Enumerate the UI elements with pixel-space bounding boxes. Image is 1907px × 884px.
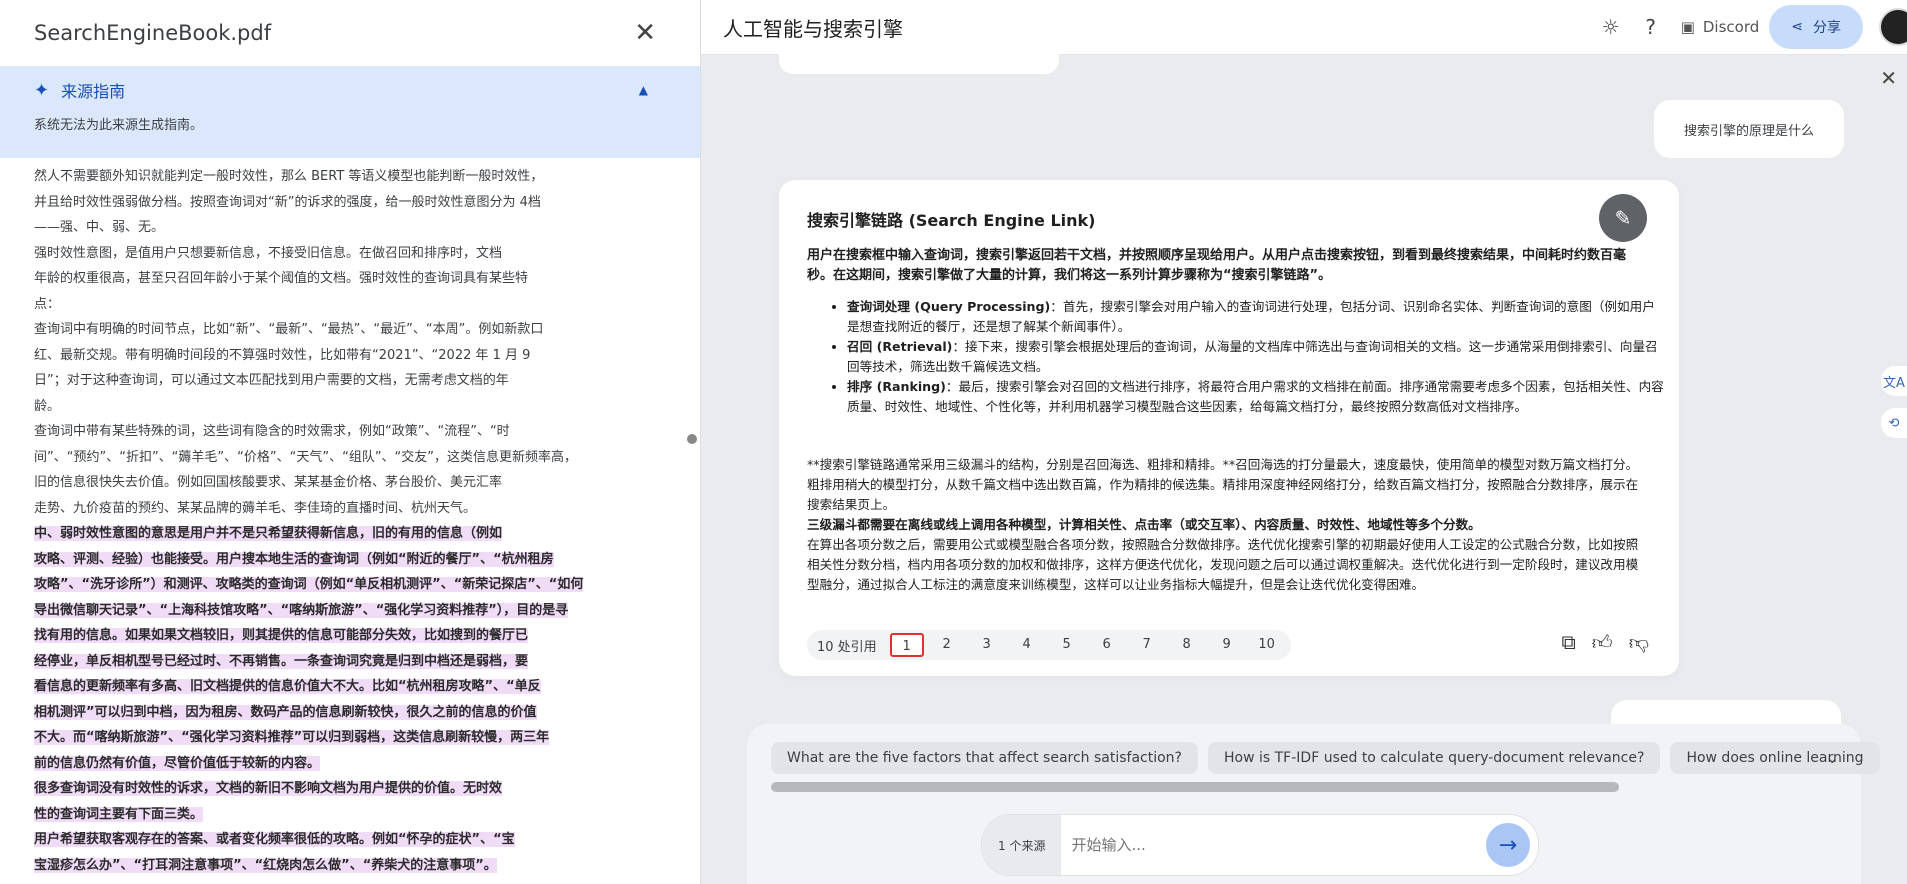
- citation-7[interactable]: 7: [1127, 633, 1167, 657]
- document-line: 看信息的更新频率有多高、旧文档提供的信息价值大不大。比如“杭州租房攻略”、“单反: [34, 679, 541, 694]
- citations-label: 10 处引用: [817, 639, 877, 655]
- theme-toggle-icon[interactable]: ☼: [1591, 7, 1631, 47]
- close-icon[interactable]: ✕: [1880, 66, 1897, 90]
- document-line: 查询词中带有某些特殊的词，这些词有隐含的时效需求，例如“政策”、“流程”、“时: [34, 424, 510, 439]
- composer-area: What are the five factors that affect se…: [747, 724, 1880, 884]
- document-line: 导出微信聊天记录”、“上海科技馆攻略”、“喀纳斯旅游”、“强化学习资料推荐”），…: [34, 602, 569, 618]
- document-line: 走势、九价疫苗的预约、某某品牌的薅羊毛、李佳琦的直播时间、杭州天气。: [34, 500, 477, 516]
- send-button[interactable]: →: [1486, 823, 1530, 867]
- answer-actions: ⧉ 👍︎ 👎︎: [1562, 630, 1650, 655]
- chevron-up-icon[interactable]: ▲: [639, 83, 666, 97]
- citation-10[interactable]: 10: [1247, 633, 1287, 657]
- document-line: 旧的信息很快失去价值。例如回国核酸要求、某某基金价格、茅台股价、美元汇率: [34, 475, 503, 490]
- chevron-down-icon[interactable]: ⌄: [1826, 748, 1839, 767]
- source-guide-title: 来源指南: [61, 82, 126, 101]
- citation-8[interactable]: 8: [1167, 633, 1207, 657]
- list-item: 召回 (Retrieval)：接下来，搜索引擎会根据处理后的查询词，从海量的文档…: [847, 337, 1667, 377]
- list-item: 排序 (Ranking)：最后，搜索引擎会对召回的文档进行排序，将最符合用户需求…: [847, 377, 1667, 417]
- chat-input-box: 1 个来源 →: [981, 814, 1539, 876]
- citations-bar: 10 处引用 1 2 3 4 5 6 7 8 9 10: [807, 630, 1291, 660]
- document-line: 日”；对于这种查询词，可以通过文本匹配找到用户需要的文档，无需考虑文档的年: [34, 373, 509, 388]
- citation-2[interactable]: 2: [927, 633, 967, 657]
- share-icon: ⋖: [1791, 19, 1803, 35]
- horizontal-scrollbar[interactable]: [771, 782, 1619, 792]
- document-line: 前的信息仍然有价值，尽管价值低于较新的内容。: [34, 755, 321, 771]
- document-line: 间”、“预约”、“折扣”、“薅羊毛”、“价格”、“天气”、“组队”、“交友”，这…: [34, 449, 578, 465]
- document-line: 并且给时效性强弱做分档。按照查询词对“新”的诉求的强度，给一般时效性意图分为 4…: [34, 194, 541, 210]
- document-line: 经停业，单反相机型号已经过时、不再销售。一条查询词究竟是归到中档还是弱档，要: [34, 653, 529, 669]
- citation-9[interactable]: 9: [1207, 633, 1247, 657]
- share-button[interactable]: ⋖ 分享: [1769, 5, 1863, 49]
- answer-title: 搜索引擎链路 (Search Engine Link): [807, 211, 1096, 230]
- document-line: 攻略”、“洗牙诊所”）和测评、攻略类的查询词（例如“单反相机测评”、“新荣记探店…: [34, 577, 584, 592]
- document-line: 宝湿疹怎么办”、“打耳洞注意事项”、“红烧肉怎么做”、“养柴犬的注意事项”。: [34, 857, 497, 873]
- document-line: 不大。而“喀纳斯旅游”、“强化学习资料推荐”可以归到弱档，这类信息刷新较慢，两三…: [34, 730, 550, 745]
- source-document-text: 然人不需要额外知识就能判定一般时效性，那么 BERT 等语义模型也能判断一般时效…: [0, 158, 700, 878]
- list-item: 查询词处理 (Query Processing)：首先，搜索引擎会对用户输入的查…: [847, 297, 1667, 337]
- document-line: 点：: [34, 296, 61, 312]
- discord-link[interactable]: ▣ Discord: [1681, 18, 1760, 36]
- document-line: 中、弱时效性意图的意思是用户并不是只希望获得新信息，旧的有用的信息（例如: [34, 526, 503, 541]
- copy-icon[interactable]: ⧉: [1562, 630, 1576, 655]
- help-icon[interactable]: ?: [1631, 7, 1671, 47]
- pin-icon[interactable]: ✎: [1599, 194, 1647, 242]
- suggestion-chip[interactable]: What are the five factors that affect se…: [771, 742, 1198, 774]
- answer-paragraph: 三级漏斗都需要在离线或线上调用各种模型，计算相关性、点击率（或交互率）、内容质量…: [807, 517, 1639, 592]
- close-icon[interactable]: ✕: [634, 18, 666, 48]
- document-line: 很多查询词没有时效性的诉求，文档的新旧不影响文档为用户提供的价值。无时效: [34, 781, 503, 796]
- source-panel: SearchEngineBook.pdf ✕ ✦ 来源指南 ▲ 系统无法为此来源…: [0, 0, 701, 884]
- document-line: 性的查询词主要有下面三类。: [34, 806, 204, 822]
- chat-input[interactable]: [1061, 835, 1486, 855]
- document-line: 然人不需要额外知识就能判定一般时效性，那么 BERT 等语义模型也能判断一般时效…: [34, 169, 544, 184]
- source-guide-subtitle: 系统无法为此来源生成指南。: [34, 118, 204, 133]
- chat-panel: 人工智能与搜索引擎 ☼ ? ▣ Discord ⋖ 分享 ✕ 搜索引擎的原理是什…: [701, 0, 1907, 884]
- citation-3[interactable]: 3: [967, 633, 1007, 657]
- document-line: 查询词中有明确的时间节点，比如“新”、“最新”、“最热”、“最近”、“本周”。例…: [34, 322, 544, 337]
- scrollbar-thumb[interactable]: [687, 434, 697, 444]
- citation-6[interactable]: 6: [1087, 633, 1127, 657]
- source-header: SearchEngineBook.pdf ✕: [0, 0, 700, 66]
- source-count-badge[interactable]: 1 个来源: [982, 815, 1062, 875]
- source-title: SearchEngineBook.pdf: [34, 21, 272, 45]
- document-line: 相机测评”可以归到中档，因为租房、数码产品的信息刷新较快，很久之前的信息的价值: [34, 704, 537, 720]
- notebook-title: 人工智能与搜索引擎: [723, 16, 903, 41]
- document-line: 用户希望获取客观存在的答案、或者变化频率很低的攻略。例如“怀孕的症状”、“宝: [34, 832, 515, 847]
- discord-label: Discord: [1702, 18, 1760, 36]
- refresh-icon[interactable]: ⟲: [1881, 408, 1907, 438]
- answer-paragraph: **搜索引擎链路通常采用三级漏斗的结构，分别是召回海选、粗排和精排。**召回海选…: [807, 457, 1639, 512]
- answer-intro: 用户在搜索框中输入查询词，搜索引擎返回若干文档，并按照顺序呈现给用户。从用户点击…: [807, 248, 1627, 283]
- previous-message-card: [779, 40, 1059, 74]
- citation-5[interactable]: 5: [1047, 633, 1087, 657]
- translate-icon[interactable]: 文A: [1881, 366, 1907, 396]
- document-line: 红、最新交规。带有明确时间段的不算强时效性，比如带有“2021”、“2022 年…: [34, 347, 531, 363]
- thumbs-down-icon[interactable]: 👎︎: [1629, 630, 1649, 655]
- suggestion-chip[interactable]: How does online learning: [1670, 742, 1880, 774]
- document-line: 找有用的信息。如果如果文档较旧，则其提供的信息可能部分失效，比如搜到的餐厅已: [34, 628, 529, 643]
- sparkle-icon: ✦: [34, 79, 50, 101]
- citation-1[interactable]: 1: [889, 633, 924, 657]
- source-guide[interactable]: ✦ 来源指南 ▲ 系统无法为此来源生成指南。: [0, 66, 700, 158]
- document-line: ——强、中、弱、无。: [34, 220, 165, 235]
- user-message: 搜索引擎的原理是什么: [1654, 100, 1844, 158]
- share-label: 分享: [1813, 20, 1841, 36]
- document-line: 攻略、评测、经验）也能接受。用户搜本地生活的查询词（例如“附近的餐厅”、“杭州租…: [34, 551, 554, 567]
- avatar[interactable]: [1879, 8, 1907, 46]
- chat-icon: ▣: [1680, 18, 1695, 36]
- thumbs-up-icon[interactable]: 👍︎: [1592, 630, 1613, 655]
- suggestion-chips: What are the five factors that affect se…: [771, 742, 1880, 774]
- citation-4[interactable]: 4: [1007, 633, 1047, 657]
- answer-bullets: 查询词处理 (Query Processing)：首先，搜索引擎会对用户输入的查…: [821, 297, 1667, 417]
- document-line: 年龄的权重很高，甚至只召回年龄小于某个阈值的文档。强时效性的查询词具有某些特: [34, 271, 529, 286]
- document-line: 强时效性意图，是值用户只想要新信息，不接受旧信息。在做召回和排序时，文档: [34, 245, 503, 261]
- answer-card: 搜索引擎链路 (Search Engine Link) ✎ 用户在搜索框中输入查…: [779, 180, 1679, 676]
- suggestion-chip[interactable]: How is TF-IDF used to calculate query-do…: [1208, 742, 1661, 774]
- document-line: 龄。: [34, 398, 61, 414]
